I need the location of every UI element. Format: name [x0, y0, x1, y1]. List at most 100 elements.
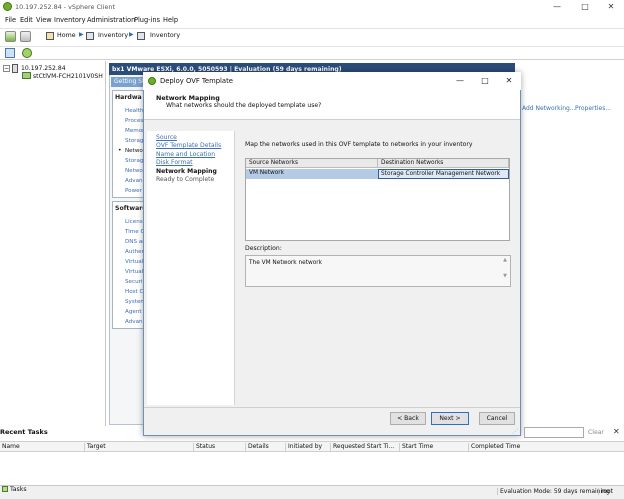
description-scrollbar[interactable]: ▲ ▼	[500, 256, 510, 286]
column-target[interactable]: Target	[84, 443, 106, 452]
column-initiated-by[interactable]: Initiated by	[285, 443, 322, 452]
software-item-vm-swapfile[interactable]: Virtual	[125, 269, 144, 275]
back-arrow-icon[interactable]	[5, 31, 16, 42]
column-destination-networks[interactable]: Destination Networks	[378, 159, 509, 168]
breadcrumb-inventory-hosts[interactable]: Inventory	[150, 32, 180, 39]
step-disk-format[interactable]: Disk Format	[156, 159, 193, 166]
step-ready-to-complete: Ready to Complete	[156, 176, 215, 183]
forward-arrow-icon[interactable]	[20, 31, 31, 42]
vm-icon	[22, 72, 31, 79]
back-button[interactable]: < Back	[390, 412, 426, 425]
close-tasks-icon[interactable]: ✕	[613, 427, 620, 436]
column-start-time[interactable]: Start Time	[399, 443, 433, 452]
home-icon	[46, 32, 54, 40]
new-vm-icon[interactable]	[5, 48, 15, 58]
footer-divider	[144, 407, 520, 408]
tasks-tab-label: Tasks	[9, 486, 27, 493]
tab-getting-started[interactable]: Getting St	[111, 77, 147, 87]
hardware-item-processors[interactable]: Proces	[125, 118, 144, 124]
hosts-icon	[137, 32, 145, 40]
step-name-and-location[interactable]: Name and Location	[156, 151, 215, 158]
cancel-button[interactable]: Cancel	[479, 412, 515, 425]
step-subheading: What networks should the deployed templa…	[166, 102, 322, 109]
scroll-down-icon[interactable]: ▼	[503, 273, 507, 279]
instruction-text: Map the networks used in this OVF templa…	[245, 141, 473, 148]
software-title: Software	[115, 205, 147, 212]
column-requested-start[interactable]: Requested Start Ti...	[330, 443, 394, 452]
breadcrumb-separator-icon: ▶	[129, 31, 134, 38]
menu-administration[interactable]: Administration	[87, 16, 135, 24]
collapse-icon[interactable]: −	[3, 65, 10, 72]
hardware-item-memory[interactable]: Memor	[125, 128, 144, 134]
hardware-item-health[interactable]: Health	[125, 108, 144, 114]
column-name[interactable]: Name	[0, 443, 20, 452]
dialog-minimize-button[interactable]: —	[452, 74, 468, 88]
hardware-item-networking[interactable]: Netwo	[125, 148, 144, 154]
tasks-filter-input[interactable]	[524, 427, 584, 438]
menu-help[interactable]: Help	[163, 16, 178, 24]
software-item-authentication[interactable]: Authen	[125, 249, 144, 255]
resize-grip-icon[interactable]: ⋰	[512, 428, 518, 435]
action-toolbar	[0, 46, 624, 60]
software-item-security[interactable]: Securit	[125, 279, 144, 285]
menu-file[interactable]: File	[5, 16, 16, 24]
window-title: 10.197.252.84 - vSphere Client	[15, 3, 115, 11]
step-source[interactable]: Source	[156, 134, 177, 141]
menu-view[interactable]: View	[36, 16, 52, 24]
breadcrumb-separator-icon: ▶	[79, 31, 84, 38]
maximize-button[interactable]: □	[572, 0, 598, 13]
tree-vm[interactable]: stCtlVM-FCH2101V0SH	[33, 73, 103, 80]
software-item-advanced[interactable]: Advan	[125, 319, 144, 325]
dialog-close-button[interactable]: ✕	[501, 74, 517, 88]
current-user: root	[598, 488, 613, 495]
add-networking-link[interactable]: Add Networking...	[522, 105, 576, 112]
hardware-item-storage[interactable]: Storag	[125, 138, 144, 144]
software-item-system[interactable]: System	[125, 299, 144, 305]
hardware-title: Hardwa	[115, 94, 142, 101]
description-label: Description:	[245, 245, 282, 252]
ovf-template-icon	[148, 77, 156, 85]
column-source-networks[interactable]: Source Networks	[246, 159, 378, 168]
software-item-dns[interactable]: DNS ar	[125, 239, 144, 245]
dialog-maximize-button[interactable]: □	[477, 74, 493, 88]
filter-clear-button[interactable]: Clear	[588, 429, 604, 436]
scroll-up-icon[interactable]: ▲	[503, 257, 507, 263]
inventory-icon	[86, 32, 94, 40]
software-item-agent[interactable]: Agent	[125, 309, 144, 315]
column-completed-time[interactable]: Completed Time	[468, 443, 520, 452]
description-box: The VM Network network	[245, 255, 511, 287]
software-item-host-cache[interactable]: Host C	[125, 289, 144, 295]
destination-network-select[interactable]: Storage Controller Management Network	[378, 169, 509, 179]
software-item-time[interactable]: Time C	[125, 229, 144, 235]
hardware-item-power[interactable]: Power	[125, 188, 144, 194]
hardware-item-storage-adapters[interactable]: Storag	[125, 158, 144, 164]
column-details[interactable]: Details	[245, 443, 269, 452]
close-button[interactable]: ✕	[598, 0, 624, 13]
dialog-title: Deploy OVF Template	[160, 77, 233, 85]
menu-plugins[interactable]: Plug-ins	[134, 16, 160, 24]
recent-tasks-title: Recent Tasks	[0, 428, 48, 436]
step-heading: Network Mapping	[156, 94, 220, 102]
refresh-icon[interactable]	[22, 48, 32, 58]
hardware-item-network-adapters[interactable]: Netwo	[125, 168, 144, 174]
menu-edit[interactable]: Edit	[20, 16, 33, 24]
bullet-icon: •	[118, 147, 122, 154]
properties-link[interactable]: Properties...	[575, 105, 611, 112]
vsphere-logo-icon	[3, 2, 12, 11]
minimize-button[interactable]: —	[544, 0, 570, 13]
hardware-item-advanced[interactable]: Advan	[125, 178, 144, 184]
software-item-vm-startup[interactable]: Virtual	[125, 259, 144, 265]
software-item-licensed[interactable]: Licens	[125, 219, 144, 225]
tasks-icon	[2, 486, 8, 492]
inventory-tree	[0, 61, 106, 426]
column-status[interactable]: Status	[193, 443, 215, 452]
breadcrumb-inventory[interactable]: Inventory	[98, 32, 128, 39]
tree-host[interactable]: 10.197.252.84	[21, 65, 66, 72]
step-network-mapping: Network Mapping	[156, 168, 217, 175]
breadcrumb-home[interactable]: Home	[57, 32, 76, 39]
menu-inventory[interactable]: Inventory	[54, 16, 86, 24]
step-ovf-template-details[interactable]: OVF Template Details	[156, 142, 221, 149]
next-button[interactable]: Next >	[431, 412, 469, 425]
tasks-tab[interactable]: Tasks	[2, 486, 40, 497]
evaluation-status: Evaluation Mode: 59 days remaining	[497, 488, 610, 495]
